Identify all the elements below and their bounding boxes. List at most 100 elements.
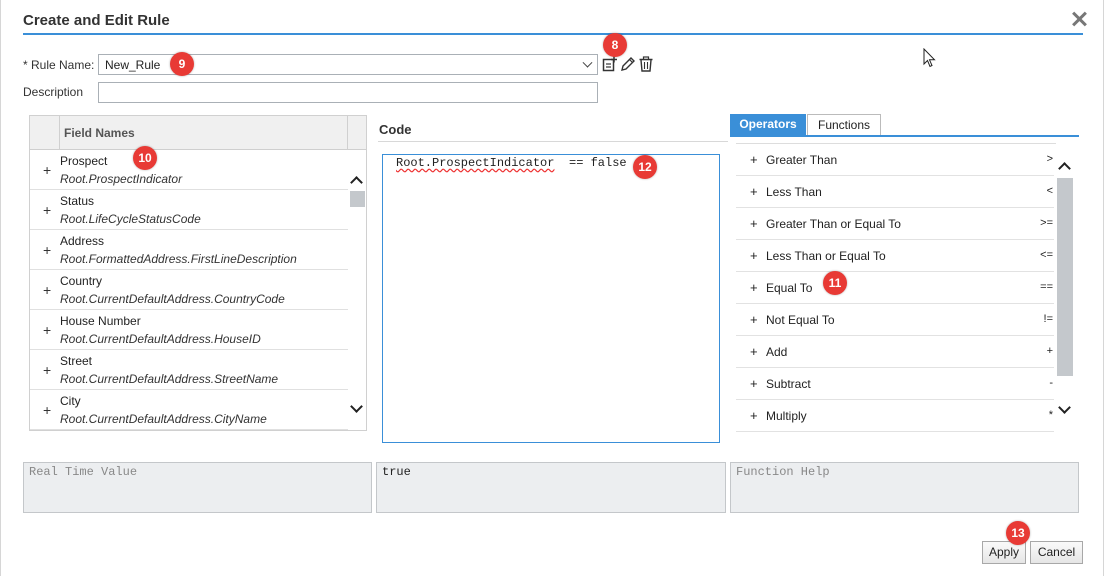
operator-symbol: <: [1046, 185, 1053, 197]
operator-row[interactable]: + Greater Than >: [736, 144, 1054, 176]
operator-list: + Greater Than > + Less Than < + Greater…: [736, 143, 1074, 433]
operator-row[interactable]: + Add +: [736, 336, 1054, 368]
field-row-address[interactable]: + Address Root.FormattedAddress.FirstLin…: [30, 230, 348, 270]
operator-row[interactable]: + Less Than <: [736, 176, 1054, 208]
code-divider: [378, 141, 728, 142]
operator-row[interactable]: + Greater Than or Equal To >=: [736, 208, 1054, 240]
field-row-street[interactable]: + Street Root.CurrentDefaultAddress.Stre…: [30, 350, 348, 390]
operator-name: Multiply: [766, 409, 807, 423]
edit-pencil-icon[interactable]: [620, 56, 636, 72]
callout-badge: 10: [133, 146, 157, 170]
expand-plus-icon[interactable]: +: [43, 282, 51, 298]
chevron-down-icon[interactable]: [1058, 401, 1071, 414]
field-path: Root.CurrentDefaultAddress.CityName: [60, 412, 267, 426]
operator-name: Less Than: [766, 185, 822, 199]
operator-name: Add: [766, 345, 788, 359]
result-value-panel: true: [376, 462, 726, 513]
operator-row[interactable]: + Multiply *: [736, 400, 1054, 432]
field-names-list: Field Names + Prospect Root.ProspectIndi…: [29, 115, 367, 431]
expand-plus-icon[interactable]: +: [43, 202, 51, 218]
field-name: Status: [60, 194, 95, 208]
callout-badge: 13: [1006, 521, 1030, 545]
field-list-scrollbar[interactable]: [348, 150, 366, 430]
callout-badge: 8: [603, 33, 627, 57]
plus-icon[interactable]: +: [750, 344, 758, 359]
chevron-down-icon: [582, 57, 593, 68]
operator-symbol: *: [1048, 409, 1053, 421]
operator-row[interactable]: + Equal To ==: [736, 272, 1054, 304]
description-label: Description: [23, 85, 84, 99]
field-name: House Number: [60, 314, 141, 328]
expand-plus-icon[interactable]: +: [43, 322, 51, 338]
plus-icon[interactable]: +: [750, 248, 758, 263]
scroll-thumb[interactable]: [350, 191, 365, 207]
real-time-value-panel: Real Time Value: [23, 462, 372, 513]
field-row-prospect[interactable]: + Prospect Root.ProspectIndicator: [30, 150, 348, 190]
operator-name: Equal To: [766, 281, 813, 295]
operator-name: Greater Than or Equal To: [766, 217, 901, 231]
rule-name-value: New_Rule: [105, 58, 161, 72]
code-title: Code: [379, 122, 412, 137]
callout-badge: 12: [633, 155, 657, 179]
header-spacer: [30, 116, 60, 150]
field-names-header: Field Names: [30, 116, 366, 150]
operator-row[interactable]: + Not Equal To !=: [736, 304, 1054, 336]
field-row-country[interactable]: + Country Root.CurrentDefaultAddress.Cou…: [30, 270, 348, 310]
plus-icon[interactable]: +: [750, 280, 758, 295]
field-row-city[interactable]: + City Root.CurrentDefaultAddress.CityNa…: [30, 390, 348, 430]
field-path: Root.LifeCycleStatusCode: [60, 212, 201, 226]
plus-icon[interactable]: +: [750, 184, 758, 199]
field-row-house-number[interactable]: + House Number Root.CurrentDefaultAddres…: [30, 310, 348, 350]
expand-plus-icon[interactable]: +: [43, 242, 51, 258]
cancel-button[interactable]: Cancel: [1030, 541, 1083, 564]
expand-plus-icon[interactable]: +: [43, 402, 51, 418]
field-path: Root.ProspectIndicator: [60, 172, 183, 186]
dialog-title: Create and Edit Rule: [23, 12, 170, 29]
operator-scroll-thumb[interactable]: [1057, 178, 1073, 376]
code-field-token: Root.ProspectIndicator: [396, 156, 555, 170]
chevron-down-icon[interactable]: [350, 400, 363, 413]
operator-row[interactable]: + Subtract -: [736, 368, 1054, 400]
field-path: Root.CurrentDefaultAddress.StreetName: [60, 372, 279, 386]
chevron-up-icon[interactable]: [1058, 162, 1071, 175]
operator-symbol: !=: [1043, 313, 1053, 325]
field-row-status[interactable]: + Status Root.LifeCycleStatusCode: [30, 190, 348, 230]
rule-dialog: Create and Edit Rule * Rule Name: New_Ru…: [0, 0, 1104, 576]
expand-plus-icon[interactable]: +: [43, 162, 51, 178]
plus-icon[interactable]: +: [750, 312, 758, 327]
plus-icon[interactable]: +: [750, 216, 758, 231]
tab-functions[interactable]: Functions: [807, 114, 881, 135]
operator-row[interactable]: + Less Than or Equal To <=: [736, 240, 1054, 272]
plus-icon[interactable]: +: [750, 152, 758, 167]
operator-name: Not Equal To: [766, 313, 835, 327]
callout-badge: 11: [823, 271, 847, 295]
callout-badge: 9: [170, 52, 194, 76]
trash-icon[interactable]: [638, 56, 654, 72]
expand-plus-icon[interactable]: +: [43, 362, 51, 378]
code-editor[interactable]: Root.ProspectIndicator == false: [382, 154, 720, 443]
plus-icon[interactable]: +: [750, 376, 758, 391]
mouse-cursor-icon: [923, 48, 936, 68]
code-expression: == false: [569, 156, 627, 170]
field-name: City: [60, 394, 81, 408]
field-path: Root.FormattedAddress.FirstLineDescripti…: [60, 252, 297, 266]
description-input[interactable]: [98, 82, 598, 103]
chevron-up-icon[interactable]: [350, 176, 363, 189]
operator-symbol: >: [1046, 153, 1053, 165]
rule-name-label: * Rule Name:: [23, 58, 95, 72]
function-help-panel: Function Help: [730, 462, 1079, 513]
tabs-underline: [730, 135, 1079, 137]
field-path: Root.CurrentDefaultAddress.HouseID: [60, 332, 261, 346]
add-rule-icon[interactable]: [602, 56, 618, 72]
field-name: Street: [60, 354, 93, 368]
operator-symbol: -: [1049, 377, 1053, 389]
title-divider: [23, 33, 1083, 35]
plus-icon[interactable]: +: [750, 408, 758, 423]
field-name: Address: [60, 234, 105, 248]
close-icon[interactable]: [1070, 10, 1088, 28]
header-scroll-spacer: [347, 116, 366, 150]
tab-operators[interactable]: Operators: [730, 114, 806, 135]
field-name: Prospect: [60, 154, 108, 168]
field-path: Root.CurrentDefaultAddress.CountryCode: [60, 292, 285, 306]
field-name: Country: [60, 274, 103, 288]
